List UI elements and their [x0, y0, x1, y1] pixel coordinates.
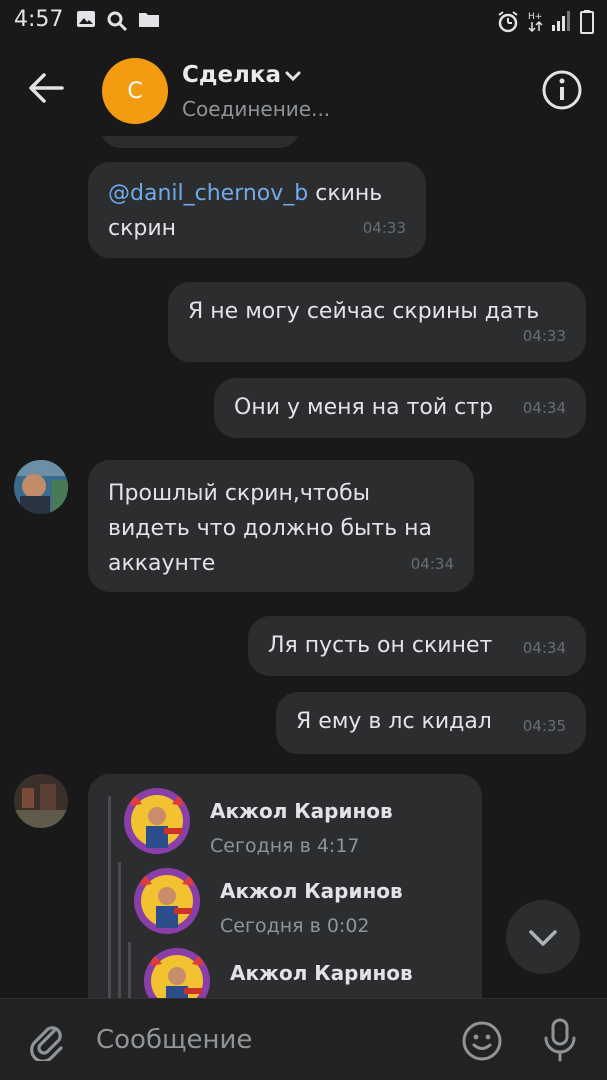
forwarded-date: Сегодня в 0:02: [220, 915, 370, 937]
forwarded-avatar[interactable]: [124, 788, 190, 854]
forward-bar: [108, 796, 111, 998]
chevron-down-icon: [529, 930, 557, 946]
message-text: Я ему в лс кидал: [296, 709, 492, 734]
message-bubble-incoming[interactable]: Прошлый скрин,чтобы видеть что должно бы…: [88, 460, 474, 592]
chat-status: Соединение...: [182, 97, 331, 121]
signal-icon: [552, 11, 570, 31]
message-time: 04:34: [522, 639, 566, 657]
image-icon: [77, 11, 95, 27]
message-input[interactable]: Сообщение: [96, 1025, 252, 1055]
forwarded-sender-name[interactable]: Акжол Каринов: [210, 794, 393, 829]
message-bubble-outgoing[interactable]: Я ему в лс кидал 04:35: [276, 692, 586, 754]
data-arrows-icon: H+: [528, 12, 543, 32]
message-time: 04:34: [410, 555, 454, 573]
forwarded-messages-bubble[interactable]: Акжол Каринов Сегодня в 4:17 Акжол Карин…: [88, 774, 482, 998]
status-time: 4:57: [14, 7, 64, 32]
message-text: Ля пусть он скинет: [268, 633, 493, 658]
folder-icon: [139, 13, 159, 27]
forwarded-sender-name[interactable]: Акжол Каринов: [230, 956, 413, 991]
message-time: 04:34: [522, 399, 566, 417]
message-time: 04:35: [522, 717, 566, 735]
emoji-icon[interactable]: [460, 1019, 504, 1063]
info-icon[interactable]: [540, 68, 584, 112]
message-text: Они у меня на той стр: [234, 395, 494, 420]
message-composer: Сообщение: [0, 998, 607, 1080]
user-mention[interactable]: @danil_chernov_b: [108, 181, 308, 206]
chat-title[interactable]: Сделка: [182, 62, 281, 88]
forward-bar: [128, 942, 131, 998]
message-bubble-outgoing[interactable]: Они у меня на той стр 04:34: [214, 378, 586, 438]
forward-bar: [118, 862, 121, 998]
alarm-icon: [498, 11, 518, 33]
message-text: Прошлый скрин,чтобы видеть что должно бы…: [108, 481, 433, 576]
forwarded-sender-name[interactable]: Акжол Каринов: [220, 874, 403, 909]
message-time: 04:33: [362, 219, 406, 237]
partial-message-bubble: [100, 136, 300, 148]
sender-avatar[interactable]: [14, 774, 68, 828]
message-bubble-outgoing[interactable]: Я не могу сейчас скрины дать 04:33: [168, 282, 586, 362]
message-text: Я не могу сейчас скрины дать: [188, 299, 540, 324]
scroll-down-button[interactable]: [506, 900, 580, 974]
message-bubble-incoming[interactable]: @danil_chernov_b скинь скрин 04:33: [88, 162, 426, 258]
message-list[interactable]: @danil_chernov_b скинь скрин 04:33 Я не …: [0, 136, 607, 998]
chat-avatar[interactable]: С: [102, 58, 168, 124]
battery-icon: [580, 10, 594, 34]
message-bubble-outgoing[interactable]: Ля пусть он скинет 04:34: [248, 616, 586, 676]
sender-avatar[interactable]: [14, 460, 68, 514]
chat-header: С Сделка Соединение...: [0, 42, 607, 136]
forwarded-date: Сегодня в 4:17: [210, 835, 360, 857]
forwarded-avatar[interactable]: [144, 948, 210, 998]
search-icon: [107, 11, 128, 32]
status-bar: 4:57 H+: [0, 0, 607, 42]
message-time: 04:33: [522, 327, 566, 345]
microphone-icon[interactable]: [540, 1017, 580, 1063]
back-arrow-icon[interactable]: [22, 66, 70, 110]
svg-text:H+: H+: [528, 12, 542, 22]
paperclip-icon[interactable]: [26, 1019, 68, 1061]
chevron-down-icon[interactable]: [284, 70, 302, 82]
forwarded-avatar[interactable]: [134, 868, 200, 934]
